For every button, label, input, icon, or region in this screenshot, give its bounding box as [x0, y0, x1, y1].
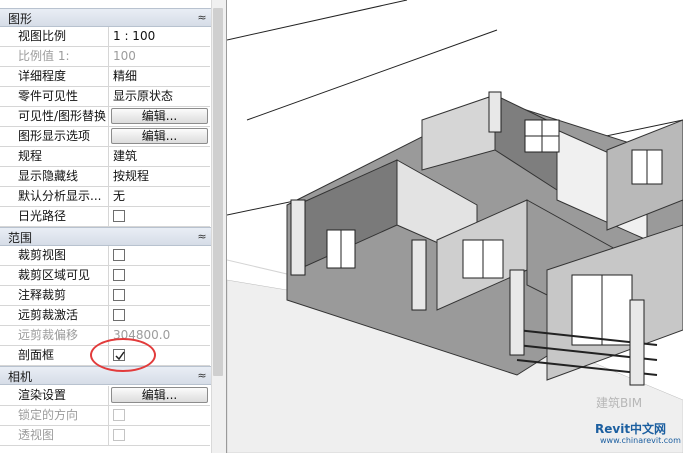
far-clip-active-checkbox[interactable] — [113, 309, 125, 321]
prop-label: 详细程度 — [0, 67, 109, 86]
watermark-url: www.chinarevit.com — [600, 436, 681, 445]
prop-row-perspective: 透视图 — [0, 426, 210, 446]
annotation-circle — [90, 338, 156, 372]
prop-row-crop-view: 裁剪视图 — [0, 246, 210, 266]
prop-row-annotation-crop: 注释裁剪 — [0, 286, 210, 306]
prop-label: 远剪裁激活 — [0, 306, 109, 325]
prop-row-scale-value: 比例值 1: 100 — [0, 47, 210, 67]
section-title: 范围 — [8, 231, 33, 245]
prop-label: 默认分析显示... — [0, 187, 109, 206]
crop-view-checkbox[interactable] — [113, 249, 125, 261]
section-title: 图形 — [8, 12, 33, 26]
prop-row-default-analysis-display[interactable]: 默认分析显示... 无 — [0, 187, 210, 207]
annotation-crop-checkbox[interactable] — [113, 289, 125, 301]
prop-value[interactable]: 无 — [110, 187, 210, 206]
prop-row-visibility-overrides: 可见性/图形替换 编辑... — [0, 107, 210, 127]
prop-label: 透视图 — [0, 426, 109, 445]
3d-view-canvas[interactable] — [227, 0, 683, 453]
prop-row-far-clip-active: 远剪裁激活 — [0, 306, 210, 326]
prop-value[interactable]: 精细 — [110, 67, 210, 86]
prop-row-view-scale[interactable]: 视图比例 1 : 100 — [0, 27, 210, 47]
prop-label: 视图比例 — [0, 27, 109, 46]
collapse-icon[interactable]: ≈ — [196, 367, 208, 384]
prop-value[interactable]: 按规程 — [110, 167, 210, 186]
watermark-brand: Revit中文网 — [595, 422, 667, 436]
section-header-graphics[interactable]: 图形 ≈ — [0, 8, 226, 27]
watermark-logo: 建筑BIM — [596, 396, 643, 410]
properties-panel: 图形 ≈ 视图比例 1 : 100 比例值 1: 100 详细程度 精细 零件可… — [0, 0, 227, 453]
section-header-extents[interactable]: 范围 ≈ — [0, 227, 226, 246]
prop-label: 渲染设置 — [0, 386, 109, 405]
prop-label: 日光路径 — [0, 207, 109, 226]
prop-label: 显示隐藏线 — [0, 167, 109, 186]
sun-path-checkbox[interactable] — [113, 210, 125, 222]
prop-row-graphic-display-options: 图形显示选项 编辑... — [0, 127, 210, 147]
prop-label: 图形显示选项 — [0, 127, 109, 146]
prop-label: 远剪裁偏移 — [0, 326, 109, 345]
prop-label: 裁剪视图 — [0, 246, 109, 265]
prop-row-discipline[interactable]: 规程 建筑 — [0, 147, 210, 167]
prop-row-detail-level[interactable]: 详细程度 精细 — [0, 67, 210, 87]
prop-label: 注释裁剪 — [0, 286, 109, 305]
collapse-icon[interactable]: ≈ — [196, 9, 208, 26]
prop-label: 零件可见性 — [0, 87, 109, 106]
edit-button[interactable]: 编辑... — [111, 128, 208, 144]
locked-orientation-checkbox — [113, 409, 125, 421]
prop-value[interactable]: 显示原状态 — [110, 87, 210, 106]
building-model — [227, 0, 683, 453]
prop-row-show-hidden-lines[interactable]: 显示隐藏线 按规程 — [0, 167, 210, 187]
prop-value[interactable]: 建筑 — [110, 147, 210, 166]
section-title: 相机 — [8, 370, 33, 384]
prop-label: 比例值 1: — [0, 47, 109, 66]
prop-value[interactable]: 1 : 100 — [110, 27, 210, 46]
prop-label: 裁剪区域可见 — [0, 266, 109, 285]
scrollbar-thumb[interactable] — [213, 8, 223, 376]
collapse-icon[interactable]: ≈ — [196, 228, 208, 245]
prop-row-parts-visibility[interactable]: 零件可见性 显示原状态 — [0, 87, 210, 107]
prop-label: 可见性/图形替换 — [0, 107, 109, 126]
prop-row-locked-orientation: 锁定的方向 — [0, 406, 210, 426]
prop-label: 锁定的方向 — [0, 406, 109, 425]
perspective-checkbox — [113, 429, 125, 441]
prop-row-sun-path: 日光路径 — [0, 207, 210, 227]
prop-row-render-settings: 渲染设置 编辑... — [0, 386, 210, 406]
prop-row-crop-region-visible: 裁剪区域可见 — [0, 266, 210, 286]
edit-button[interactable]: 编辑... — [111, 108, 208, 124]
prop-value: 100 — [113, 49, 136, 63]
crop-region-visible-checkbox[interactable] — [113, 269, 125, 281]
prop-label: 规程 — [0, 147, 109, 166]
edit-button[interactable]: 编辑... — [111, 387, 208, 403]
